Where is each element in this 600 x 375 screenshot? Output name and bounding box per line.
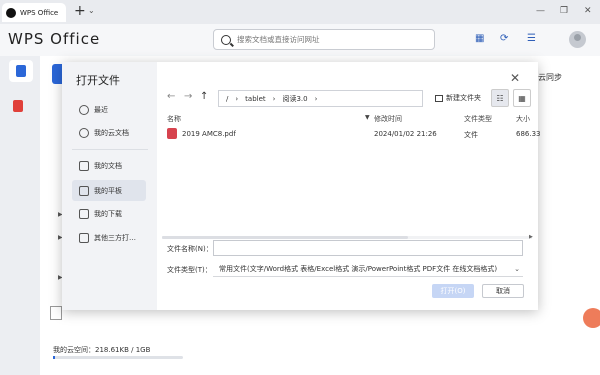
- chevron-right-icon: ›: [235, 94, 239, 103]
- menu-icon[interactable]: ☰: [527, 33, 536, 44]
- cloud-space-bar: [53, 356, 183, 359]
- scrollbar-thumb[interactable]: [162, 236, 408, 239]
- new-folder-button[interactable]: 新建文件夹: [435, 93, 481, 103]
- minimize-icon[interactable]: —: [536, 6, 545, 16]
- tab-bar: WPS Office + ⌄ — ❐ ✕: [0, 0, 600, 24]
- chevron-down-icon: ⌄: [514, 264, 520, 273]
- column-type[interactable]: 文件类型: [464, 114, 492, 124]
- sync-icon[interactable]: ⟳: [500, 33, 508, 44]
- grid-view-icon[interactable]: ▦: [513, 89, 531, 107]
- rail-docs-button[interactable]: [9, 60, 33, 82]
- grid-apps-icon[interactable]: ▦: [475, 33, 484, 44]
- left-rail: [0, 56, 40, 375]
- file-name: 2019 AMC8.pdf: [182, 130, 236, 138]
- wps-brand-logo: WPS Office: [8, 30, 101, 48]
- close-icon[interactable]: ✕: [510, 71, 520, 85]
- tab-dropdown-chevron-icon[interactable]: ⌄: [88, 6, 95, 15]
- sidebar-item-recent[interactable]: 最近: [72, 99, 146, 120]
- up-arrow-icon[interactable]: ↑: [200, 91, 208, 102]
- back-arrow-icon[interactable]: ←: [167, 91, 175, 102]
- cloud-sync-label: 云同步: [538, 73, 562, 82]
- new-folder-icon: [435, 94, 443, 102]
- sidebar-item-third-party[interactable]: 其他三方打…: [72, 227, 146, 248]
- column-modified[interactable]: 修改时间: [374, 114, 402, 124]
- file-type: 文件: [464, 131, 478, 139]
- search-icon: [221, 34, 231, 45]
- sidebar-item-label: 我的下载: [94, 209, 122, 218]
- sidebar-item-label: 其他三方打…: [94, 233, 136, 242]
- filetype-label: 文件类型(T)：: [167, 266, 212, 274]
- open-file-dialog: 打开文件 最近 我的云文档 我的文档 我的平板 我的下载 其他三方打… ✕ ←: [62, 62, 541, 310]
- open-button[interactable]: 打开(O): [432, 284, 474, 298]
- file-list-header: 名称 ▼ 修改时间 文件类型 大小: [167, 114, 537, 126]
- clock-icon: [79, 104, 89, 115]
- filename-field[interactable]: [213, 240, 523, 256]
- horizontal-scrollbar[interactable]: [162, 236, 532, 239]
- wps-logo-icon: [6, 7, 16, 18]
- cloud-doc-icon: [79, 127, 89, 138]
- sidebar-item-cloud-docs[interactable]: 我的云文档: [72, 122, 146, 143]
- chevron-right-icon: ›: [272, 94, 276, 103]
- close-window-icon[interactable]: ✕: [584, 6, 592, 16]
- folder-icon: [79, 160, 89, 171]
- apps-icon: [79, 232, 89, 243]
- sidebar-item-label: 最近: [94, 105, 108, 114]
- navigation-bar: ← → ↑ / › tablet › 阅读3.0 › 新建文件夹 ☷ ▦: [167, 89, 532, 108]
- sidebar-item-my-documents[interactable]: 我的文档: [72, 155, 146, 176]
- sidebar-divider: [72, 149, 148, 150]
- sidebar-item-label: 我的文档: [94, 161, 122, 170]
- cloud-doc-icon: [50, 306, 62, 320]
- restore-icon[interactable]: ❐: [560, 6, 568, 16]
- search-placeholder: 搜索文档或直接访问网址: [237, 35, 320, 44]
- sidebar-item-label: 我的云文档: [94, 128, 129, 137]
- scroll-right-arrow-icon[interactable]: ▶: [529, 234, 533, 240]
- chevron-right-icon: ›: [314, 94, 318, 103]
- path-breadcrumb[interactable]: / › tablet › 阅读3.0 ›: [218, 90, 423, 107]
- filename-label: 文件名称(N)：: [167, 245, 213, 253]
- column-name[interactable]: 名称: [167, 114, 181, 124]
- app-header: WPS Office 搜索文档或直接访问网址 ▦ ⟳ ☰: [0, 24, 600, 56]
- breadcrumb-root[interactable]: /: [226, 95, 228, 103]
- avatar[interactable]: [569, 31, 586, 48]
- document-icon: [16, 65, 26, 77]
- column-size[interactable]: 大小: [516, 114, 530, 124]
- tab-title: WPS Office: [20, 8, 59, 17]
- new-tab-plus-icon[interactable]: +: [74, 4, 86, 18]
- list-view-icon[interactable]: ☷: [491, 89, 509, 107]
- breadcrumb-tablet[interactable]: tablet: [245, 95, 265, 103]
- file-row[interactable]: 2019 AMC8.pdf 2024/01/02 21:26 文件 686.33: [167, 128, 541, 142]
- sidebar-item-label: 我的平板: [94, 186, 122, 195]
- tablet-icon: [79, 185, 89, 196]
- filetype-select[interactable]: 常用文件(文字/Word格式 表格/Excel格式 演示/PowerPoint格…: [213, 261, 523, 277]
- file-size: 686.33: [516, 130, 541, 138]
- cloud-space-fill: [53, 356, 55, 359]
- forward-arrow-icon[interactable]: →: [184, 91, 192, 102]
- sidebar-item-downloads[interactable]: 我的下载: [72, 203, 146, 224]
- file-modified: 2024/01/02 21:26: [374, 130, 437, 138]
- dialog-title: 打开文件: [76, 74, 120, 87]
- sort-desc-icon[interactable]: ▼: [365, 114, 370, 121]
- new-folder-label: 新建文件夹: [446, 94, 481, 102]
- pdf-file-icon: [167, 128, 177, 139]
- sidebar-item-my-tablet[interactable]: 我的平板: [72, 180, 146, 201]
- tab-wps-office[interactable]: WPS Office: [2, 3, 66, 22]
- floating-helper-button[interactable]: [583, 308, 600, 328]
- search-input[interactable]: 搜索文档或直接访问网址: [213, 29, 435, 50]
- cloud-space-text: 我的云空间：218.61KB / 1GB: [53, 346, 151, 354]
- cancel-button[interactable]: 取消: [482, 284, 524, 298]
- filetype-value: 常用文件(文字/Word格式 表格/Excel格式 演示/PowerPoint格…: [219, 264, 498, 273]
- dialog-sidebar: 打开文件 最近 我的云文档 我的文档 我的平板 我的下载 其他三方打…: [62, 62, 157, 310]
- breadcrumb-reading[interactable]: 阅读3.0: [282, 94, 307, 104]
- download-icon: [79, 208, 89, 219]
- rail-pdf-icon[interactable]: [13, 100, 23, 112]
